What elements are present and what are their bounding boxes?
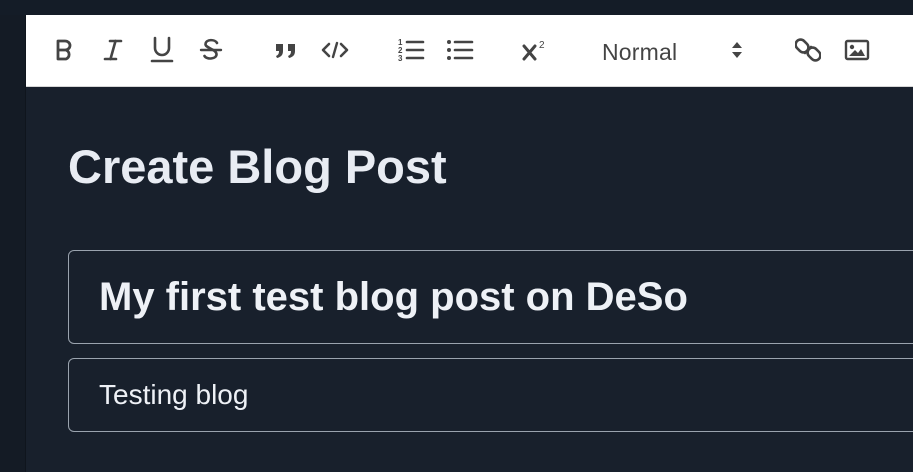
underline-button[interactable]	[147, 35, 177, 65]
image-icon	[844, 39, 870, 61]
top-strip	[0, 0, 913, 15]
italic-button[interactable]	[98, 35, 128, 65]
left-gutter	[0, 15, 26, 472]
image-button[interactable]	[842, 35, 872, 65]
superscript-button[interactable]: 2	[520, 35, 550, 65]
strikethrough-button[interactable]	[196, 35, 226, 65]
bullet-list-icon	[447, 40, 474, 60]
post-title-input[interactable]	[68, 250, 913, 344]
svg-text:3: 3	[398, 54, 403, 63]
blockquote-button[interactable]	[271, 35, 301, 65]
code-block-button[interactable]	[320, 35, 350, 65]
underline-icon	[150, 36, 174, 63]
select-arrows-icon	[732, 42, 742, 58]
superscript-icon: 2	[522, 40, 545, 61]
page-title: Create Blog Post	[68, 140, 447, 193]
link-button[interactable]	[793, 35, 823, 65]
bold-icon	[56, 39, 72, 61]
link-icon	[795, 38, 821, 62]
editor-toolbar: 1 2 3 2 Normal	[26, 15, 913, 87]
ordered-list-icon: 1 2 3	[398, 38, 425, 63]
ordered-list-button[interactable]: 1 2 3	[396, 35, 426, 65]
svg-text:2: 2	[539, 40, 545, 51]
header-format-value: Normal	[602, 39, 678, 65]
quote-icon	[276, 44, 295, 58]
bold-button[interactable]	[49, 35, 79, 65]
header-format-select[interactable]: Normal	[600, 33, 750, 67]
post-subtitle-input[interactable]	[68, 358, 913, 432]
blog-post-editor: Create Blog Post	[26, 87, 913, 472]
italic-icon	[103, 39, 123, 61]
code-icon	[321, 41, 349, 59]
strikethrough-icon	[199, 38, 223, 60]
bullet-list-button[interactable]	[445, 35, 475, 65]
